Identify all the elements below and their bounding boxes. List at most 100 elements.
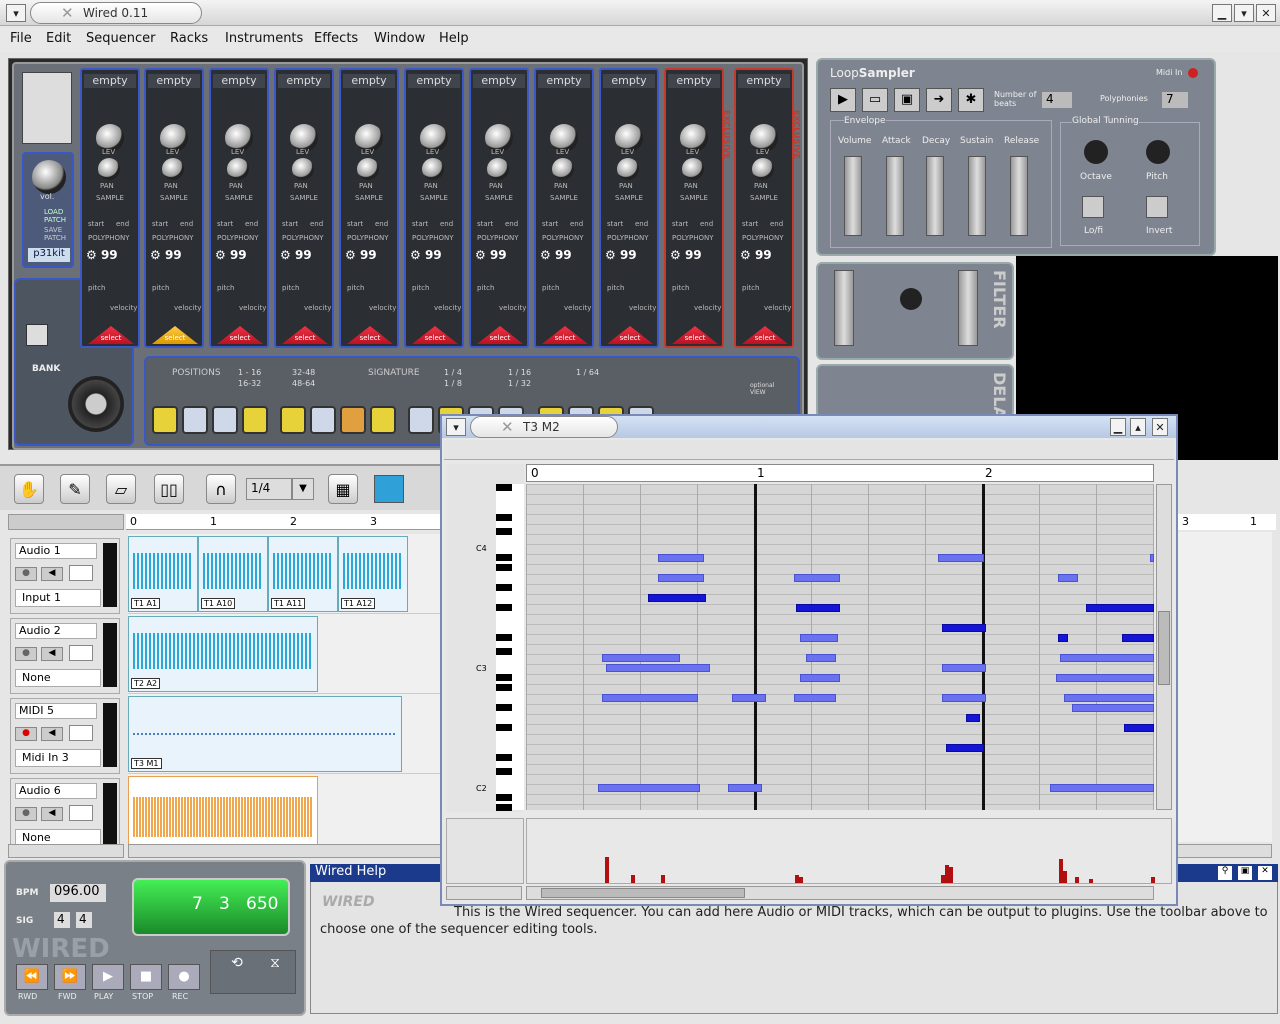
sig-denominator[interactable]: 4 xyxy=(76,912,92,928)
step-button-2[interactable] xyxy=(182,406,208,434)
help-pin-icon[interactable]: ⚲ xyxy=(1218,866,1232,880)
fast-forward-icon[interactable]: ⏩ xyxy=(54,964,86,990)
pos-16-32[interactable]: 16-32 xyxy=(238,379,261,388)
menu-window[interactable]: Window xyxy=(374,31,425,46)
octave-knob[interactable] xyxy=(1084,140,1108,164)
pan-knob[interactable] xyxy=(487,158,509,180)
play-icon[interactable]: ▶ xyxy=(92,964,124,990)
polyphonies-input[interactable]: 7 xyxy=(1162,92,1188,108)
sampler-open-icon[interactable]: ▭ xyxy=(862,88,888,112)
loop-icon[interactable]: ⟲ xyxy=(225,955,249,989)
pan-knob[interactable] xyxy=(752,158,774,180)
editor-maximize-button[interactable]: ▴ xyxy=(1130,418,1146,436)
decay-slider[interactable] xyxy=(926,156,944,236)
select-button[interactable]: select xyxy=(742,326,788,344)
track-lane[interactable]: T1 A1 T1 A10 T1 A11 T1 A12 xyxy=(128,534,448,614)
step-button-5[interactable] xyxy=(280,406,306,434)
black-key[interactable] xyxy=(496,724,512,731)
midi-note[interactable] xyxy=(598,784,700,792)
select-button[interactable]: select xyxy=(477,326,523,344)
menu-racks[interactable]: Racks xyxy=(170,31,208,46)
piano-roll-grid[interactable] xyxy=(526,484,1154,810)
step-button-6[interactable] xyxy=(310,406,336,434)
editor-minimize-button[interactable]: ▁ xyxy=(1110,418,1126,436)
pan-knob[interactable] xyxy=(552,158,574,180)
editor-vscroll-thumb[interactable] xyxy=(1158,611,1170,685)
minimize-button[interactable]: ▁ xyxy=(1212,4,1232,22)
invert-toggle[interactable] xyxy=(1146,196,1168,218)
pos-48-64[interactable]: 48-64 xyxy=(292,379,315,388)
select-button[interactable]: select xyxy=(217,326,263,344)
midi-note[interactable] xyxy=(806,654,836,662)
black-key[interactable] xyxy=(496,584,512,591)
select-button[interactable]: select xyxy=(412,326,458,344)
pan-knob[interactable] xyxy=(162,158,184,180)
hand-tool-icon[interactable]: ✋ xyxy=(14,474,44,504)
midi-note[interactable] xyxy=(602,694,698,702)
track-color-box[interactable] xyxy=(69,805,93,821)
color-grid-icon[interactable]: ▦ xyxy=(328,474,358,504)
black-key[interactable] xyxy=(496,704,512,711)
pos-1-16[interactable]: 1 - 16 xyxy=(238,368,261,377)
bank-selector-knob[interactable] xyxy=(68,376,124,432)
midi-note[interactable] xyxy=(1056,674,1154,682)
select-button[interactable]: select xyxy=(282,326,328,344)
black-key[interactable] xyxy=(496,528,512,535)
record-icon[interactable]: ● xyxy=(168,964,200,990)
track-input-select[interactable]: None xyxy=(15,669,101,687)
mute-icon[interactable]: ◀ xyxy=(41,807,63,821)
midi-note[interactable] xyxy=(1124,724,1154,732)
polyphony-value[interactable]: ⚙ 99 xyxy=(215,248,247,262)
close-button[interactable]: ✕ xyxy=(1256,4,1276,22)
polyphony-value[interactable]: ⚙ 99 xyxy=(280,248,312,262)
save-patch-button[interactable]: SAVE PATCH xyxy=(44,226,74,242)
midi-note[interactable] xyxy=(1050,784,1154,792)
midi-note[interactable] xyxy=(800,634,838,642)
track-name[interactable]: Audio 1 xyxy=(15,543,97,559)
midi-note[interactable] xyxy=(602,654,680,662)
track-input-select[interactable]: Input 1 xyxy=(15,589,101,607)
stop-icon[interactable]: ■ xyxy=(130,964,162,990)
pos-32-48[interactable]: 32-48 xyxy=(292,368,315,377)
track-color-swatch[interactable] xyxy=(374,475,404,503)
select-button[interactable]: select xyxy=(542,326,588,344)
filter-slider-1[interactable] xyxy=(834,270,854,346)
track-clip[interactable] xyxy=(128,776,318,852)
sampler-forward-icon[interactable]: ➜ xyxy=(926,88,952,112)
help-float-icon[interactable]: ▣ xyxy=(1238,866,1252,880)
bpm-input[interactable]: 096.00 xyxy=(50,884,106,902)
track-header[interactable]: Audio 6 ● ◀ None xyxy=(10,778,120,854)
velocity-lane[interactable] xyxy=(526,818,1172,884)
editor-vscrollbar[interactable] xyxy=(1156,484,1172,810)
track-input-select[interactable]: Midi In 3 xyxy=(15,749,101,767)
velocity-bar[interactable] xyxy=(1151,877,1155,883)
sig-numerator[interactable]: 4 xyxy=(54,912,70,928)
select-button[interactable]: select xyxy=(88,326,134,344)
velocity-bar[interactable] xyxy=(605,857,609,883)
black-key[interactable] xyxy=(496,604,512,611)
menu-file[interactable]: File xyxy=(10,31,32,46)
midi-note[interactable] xyxy=(1072,704,1154,712)
help-close-icon[interactable]: ✕ xyxy=(1258,866,1272,880)
polyphony-value[interactable]: ⚙ 99 xyxy=(86,248,118,262)
black-key[interactable] xyxy=(496,684,512,691)
optional-view-button[interactable]: optional VIEW xyxy=(750,382,780,396)
step-button-3[interactable] xyxy=(212,406,238,434)
midi-note[interactable] xyxy=(1064,694,1154,702)
record-arm-icon[interactable]: ● xyxy=(15,727,37,741)
kit-name[interactable]: p31kit xyxy=(28,248,70,262)
load-patch-button[interactable]: LOAD PATCH xyxy=(44,208,74,224)
metronome-icon[interactable]: ⧖ xyxy=(263,955,287,989)
midi-note[interactable] xyxy=(732,694,766,702)
pan-knob[interactable] xyxy=(227,158,249,180)
sig-1-64[interactable]: 1 / 64 xyxy=(576,368,599,377)
select-button[interactable]: select xyxy=(672,326,718,344)
editor-ruler[interactable]: 0 1 2 xyxy=(526,464,1154,482)
select-button[interactable]: select xyxy=(152,326,198,344)
step-button-4[interactable] xyxy=(242,406,268,434)
pan-knob[interactable] xyxy=(357,158,379,180)
black-key[interactable] xyxy=(496,514,512,521)
black-key[interactable] xyxy=(496,804,512,811)
editor-menu-button[interactable]: ▾ xyxy=(446,418,466,436)
piano-keyboard[interactable] xyxy=(496,484,524,811)
